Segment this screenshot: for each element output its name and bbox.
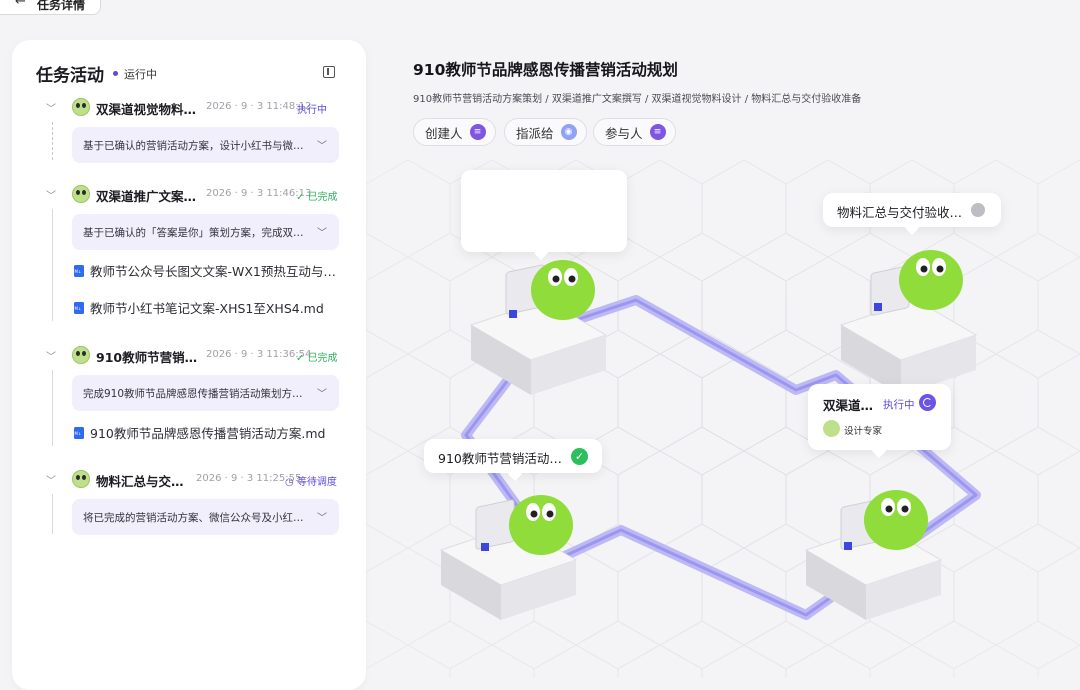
agent-avatar <box>72 98 90 116</box>
file-link[interactable]: 教师节公众号长图文文案-WX1预热互动与… <box>74 261 336 280</box>
file-link[interactable]: 910教师节品牌感恩传播营销活动方案.md <box>74 423 325 442</box>
pending-status-icon <box>971 203 985 217</box>
task-bubble-plan[interactable]: 910教师节营销活动… ✓ <box>424 439 602 473</box>
file-name: 910教师节品牌感恩传播营销活动方案.md <box>90 426 326 441</box>
chevron-down-icon[interactable]: ﹀ <box>46 100 56 115</box>
task-header[interactable]: ﹀ 910教师节营销… 2026 · 9 · 3 11:36:54 ✓ 已完成 <box>12 346 366 366</box>
task-description[interactable]: 将已完成的营销活动方案、微信公众号及小红… ﹀ <box>72 499 339 535</box>
mascot <box>531 260 595 320</box>
robot-avatar-icon: ◉ <box>560 124 577 140</box>
markdown-file-icon <box>74 427 84 439</box>
chip-label: 创建人 <box>425 125 463 141</box>
task-description-text: 基于已确认的营销活动方案，设计小红书与微… <box>83 140 304 152</box>
task-description-text: 完成910教师节品牌感恩传播营销活动策划方… <box>83 388 303 400</box>
markdown-file-icon <box>74 265 84 277</box>
task-name: 910教师节营销… <box>96 350 198 365</box>
agent-avatar <box>72 470 90 488</box>
task-description[interactable]: 基于已确认的营销活动方案，设计小红书与微… ﹀ <box>72 127 339 163</box>
task-name: 双渠道推广文案… <box>96 189 197 204</box>
chevron-down-icon[interactable]: ﹀ <box>317 385 327 400</box>
task-header[interactable]: ﹀ 双渠道推广文案… 2026 · 9 · 3 11:46:13 ✓ 已完成 <box>12 185 366 205</box>
assignee-chip[interactable]: 指派给 ◉ <box>504 118 587 146</box>
bubble-status: 执行中 <box>883 399 915 411</box>
empty-speech-bubble <box>461 170 627 252</box>
timeline-line <box>52 370 53 446</box>
mascot <box>864 490 928 550</box>
task-name: 物料汇总与交… <box>96 474 184 489</box>
file-name: 教师节小红书笔记文案-XHS1至XHS4.md <box>90 301 324 316</box>
panel-title: 任务活动 <box>36 66 104 86</box>
chip-label: 指派给 <box>516 125 554 141</box>
task-header[interactable]: ﹀ 双渠道视觉物料… 2026 · 9 · 3 11:48:12 执行中 <box>12 98 366 118</box>
collapse-panel-icon[interactable] <box>323 66 335 78</box>
task-status: ✓ 已完成 <box>296 353 338 364</box>
task-description-text: 基于已确认的「答案是你」策划方案，完成双… <box>83 227 304 239</box>
chevron-down-icon[interactable]: ﹀ <box>317 224 327 239</box>
task-status: ✓ 已完成 <box>296 192 338 203</box>
mascot <box>509 495 573 555</box>
chevron-down-icon[interactable]: ﹀ <box>317 509 327 524</box>
timeline-line <box>52 122 54 160</box>
task-header[interactable]: ﹀ 物料汇总与交… 2026 · 9 · 3 11:25:55 ◷ 等待调度 <box>12 470 366 490</box>
task-name: 双渠道视觉物料… <box>96 102 197 117</box>
task-description[interactable]: 完成910教师节品牌感恩传播营销活动策划方… ﹀ <box>72 375 339 411</box>
creator-chip[interactable]: 创建人 ≡ <box>413 118 496 146</box>
back-arrow-icon[interactable]: ← <box>15 0 26 9</box>
agent-avatar <box>72 185 90 203</box>
mascot <box>899 250 963 310</box>
running-dot-icon <box>113 71 118 76</box>
file-name: 教师节公众号长图文文案-WX1预热互动与… <box>90 264 336 279</box>
task-bubble-material[interactable]: 物料汇总与交付验收… <box>823 193 1001 227</box>
task-bubble-executing[interactable]: 双渠道… 执行中 设计专家 <box>808 384 951 450</box>
agent-avatar <box>72 346 90 364</box>
top-bar: ← 任务详情 <box>0 0 101 15</box>
participants-chip[interactable]: 参与人 ≡ <box>593 118 676 146</box>
task-activity-panel: 任务活动 运行中 ﹀ 双渠道视觉物料… 2026 · 9 · 3 11:48:1… <box>12 40 366 690</box>
agent-avatar <box>823 420 840 437</box>
check-icon: ✓ <box>571 448 588 465</box>
agent-role: 设计专家 <box>844 426 883 437</box>
panel-header: 任务活动 运行中 <box>36 61 157 86</box>
user-avatar-icon: ≡ <box>649 124 666 140</box>
timeline-line <box>52 494 53 534</box>
panel-status: 运行中 <box>124 67 157 81</box>
loading-spinner-icon <box>919 394 936 411</box>
user-avatar-icon: ≡ <box>469 124 486 140</box>
task-description-text: 将已完成的营销活动方案、微信公众号及小红… <box>83 512 304 524</box>
bubble-label: 物料汇总与交付验收… <box>837 205 963 220</box>
task-time: 2026 · 9 · 3 11:48:12 <box>206 101 312 112</box>
task-description[interactable]: 基于已确认的「答案是你」策划方案，完成双… ﹀ <box>72 214 339 250</box>
chevron-down-icon[interactable]: ﹀ <box>317 137 327 152</box>
markdown-file-icon <box>74 302 84 314</box>
chevron-down-icon[interactable]: ﹀ <box>46 187 56 202</box>
task-status: 执行中 <box>297 105 327 116</box>
task-status: ◷ 等待调度 <box>285 477 337 488</box>
file-link[interactable]: 教师节小红书笔记文案-XHS1至XHS4.md <box>74 298 324 317</box>
chevron-down-icon[interactable]: ﹀ <box>46 472 56 487</box>
project-title: 910教师节品牌感恩传播营销活动规划 <box>413 61 678 79</box>
breadcrumb: 910教师节营销活动方案策划 / 双渠道推广文案撰写 / 双渠道视觉物料设计 /… <box>413 94 862 105</box>
chevron-down-icon[interactable]: ﹀ <box>46 348 56 363</box>
chip-label: 参与人 <box>605 125 643 141</box>
timeline-line <box>52 209 53 321</box>
bubble-label: 910教师节营销活动… <box>438 451 562 466</box>
page-title: 任务详情 <box>37 0 86 12</box>
bubble-label: 双渠道… <box>823 398 874 413</box>
